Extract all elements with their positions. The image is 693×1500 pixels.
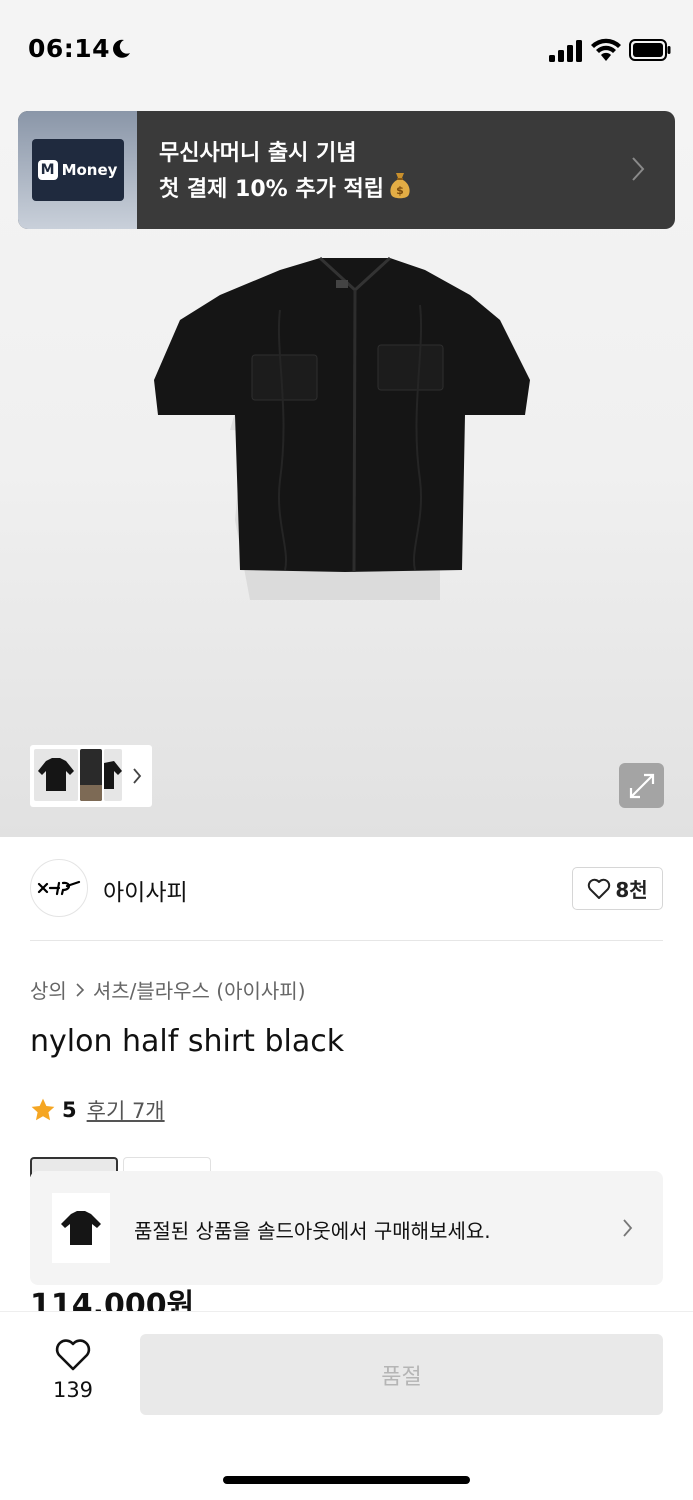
- battery-icon: [629, 39, 671, 61]
- banner-line-1: 무신사머니 출시 기념: [159, 141, 357, 166]
- rating-row: 5 후기 7개: [30, 1095, 165, 1125]
- like-count: 139: [52, 1378, 94, 1402]
- banner-line-2-row: 첫 결제 10% 추가 적립 $: [159, 171, 675, 207]
- status-bar: 06:14: [0, 0, 693, 100]
- soldout-promo-text: 품절된 상품을 솔드아웃에서 구매해보세요.: [134, 1219, 491, 1243]
- star-icon: [31, 1098, 55, 1121]
- money-logo: M Money: [31, 139, 124, 201]
- chevron-right-icon: [76, 982, 84, 997]
- like-button[interactable]: 139: [40, 1338, 106, 1408]
- home-indicator: [223, 1476, 470, 1484]
- image-thumbnails[interactable]: [30, 745, 152, 807]
- banner-logo-area: M Money: [18, 111, 137, 229]
- heart-icon: [55, 1339, 91, 1371]
- chevron-right-icon: [632, 157, 645, 181]
- brand-like-button[interactable]: 8천: [572, 867, 663, 910]
- wifi-icon: [591, 38, 621, 61]
- banner-line-2: 첫 결제 10% 추가 적립: [159, 177, 384, 202]
- money-bag-icon: $: [390, 173, 410, 199]
- shirt-partial-icon: [104, 761, 122, 789]
- shirt-thumbnail-icon: [38, 758, 74, 791]
- breadcrumb: 상의 셔츠/블라우스 (아이사피): [30, 975, 306, 1004]
- breadcrumb-category[interactable]: 상의: [30, 975, 67, 1004]
- thumbnail-3[interactable]: [104, 749, 122, 801]
- moon-icon: [113, 39, 130, 58]
- brand-name[interactable]: 아이사피: [103, 873, 188, 907]
- heart-icon: [588, 878, 611, 899]
- bottom-action-bar: 139 품절: [0, 1311, 693, 1500]
- product-hero: M Money 무신사머니 출시 기념 첫 결제 10% 추가 적립 $: [0, 100, 693, 837]
- product-image[interactable]: [140, 250, 560, 610]
- thumbnail-2-model: [80, 785, 102, 801]
- brand-logo-icon: [37, 880, 81, 896]
- promo-banner[interactable]: M Money 무신사머니 출시 기념 첫 결제 10% 추가 적립 $: [18, 111, 675, 229]
- brand-avatar[interactable]: [30, 859, 88, 917]
- product-title: nylon half shirt black: [30, 1024, 345, 1059]
- chevron-right-icon[interactable]: [132, 767, 142, 785]
- shirt-thumbnail-icon: [61, 1211, 101, 1245]
- soldout-button[interactable]: 품절: [140, 1334, 663, 1415]
- thumbnail-1[interactable]: [34, 749, 78, 801]
- brand-row: 아이사피 8천: [30, 859, 663, 917]
- expand-icon: [629, 773, 654, 798]
- money-logo-text: Money: [61, 161, 118, 179]
- banner-text: 무신사머니 출시 기념 첫 결제 10% 추가 적립 $: [137, 111, 675, 229]
- signal-icon: [549, 40, 582, 62]
- status-time: 06:14: [28, 34, 111, 63]
- breadcrumb-subcategory[interactable]: 셔츠/블라우스 (아이사피): [93, 975, 306, 1004]
- chevron-right-icon: [623, 1219, 633, 1237]
- divider: [30, 940, 663, 941]
- money-logo-badge: M: [37, 160, 58, 180]
- expand-button[interactable]: [619, 763, 664, 808]
- svg-text:$: $: [396, 184, 404, 197]
- soldout-product-thumbnail: [52, 1193, 110, 1263]
- review-link[interactable]: 후기 7개: [87, 1095, 165, 1125]
- soldout-promo-card[interactable]: 품절된 상품을 솔드아웃에서 구매해보세요.: [30, 1171, 663, 1285]
- brand-like-count: 8천: [615, 878, 648, 902]
- rating-value: 5: [62, 1098, 77, 1122]
